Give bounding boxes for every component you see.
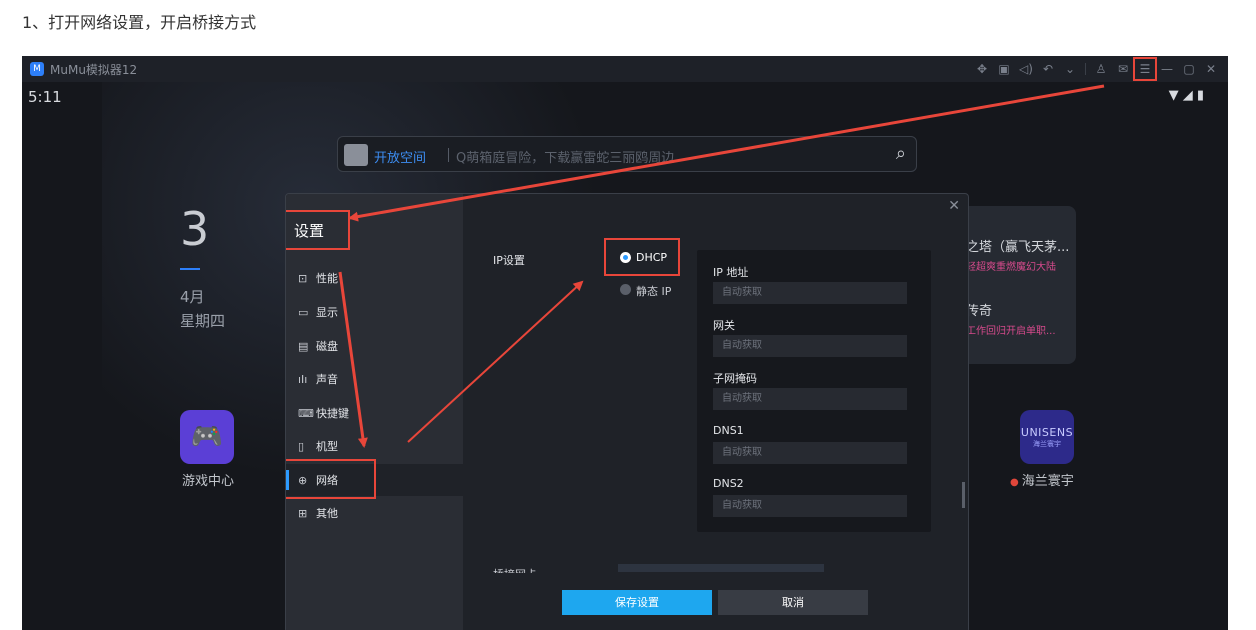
search-hint: Q萌箱庭冒险，下载赢雷蛇三丽鸥周边	[456, 151, 675, 166]
card-title-1: 之塔（赢飞天茅...	[966, 240, 1070, 255]
sidebar-item-label: 显示	[316, 306, 338, 319]
bridge-adapter-label: 桥接网卡	[493, 566, 537, 573]
performance-icon: ⊡	[298, 271, 308, 285]
date-day: 3	[180, 202, 210, 256]
dns2-label: DNS2	[713, 477, 744, 490]
settings-title: 设置	[294, 222, 325, 240]
sidebar-item-label: 机型	[316, 440, 338, 453]
date-weekday: 星期四	[180, 312, 226, 330]
date-accent-line	[180, 268, 200, 270]
open-space-link[interactable]: 开放空间	[374, 147, 426, 166]
subnet-mask-field[interactable]: 自动获取	[713, 388, 907, 410]
status-icons: ▼ ◢ ▮	[1169, 88, 1204, 103]
sidebar-item-disk[interactable]: ▤ 磁盘	[286, 330, 463, 362]
sidebar-item-sound[interactable]: ıIı 声音	[286, 363, 463, 395]
phone-icon: ▯	[298, 439, 305, 453]
sidebar-item-model[interactable]: ▯ 机型	[286, 430, 463, 462]
app-title: MuMu模拟器12	[50, 63, 138, 77]
cancel-button[interactable]: 取消	[718, 590, 868, 615]
minimize-icon[interactable]: —	[1158, 60, 1176, 78]
sidebar-item-label: 快捷键	[316, 407, 349, 420]
back-icon[interactable]: ↶	[1039, 60, 1057, 78]
dhcp-label[interactable]: DHCP	[636, 251, 667, 264]
card-subtitle-1: 轻超爽重燃魔幻大陆	[966, 262, 1056, 273]
unisens-logo-subtext: 海兰寰宇	[1033, 440, 1061, 448]
emulator-window: M MuMu模拟器12 ✥ ▣ ◁) ↶ ⌄ ♙ ✉ ☰ — ▢ ✕ 5:11 …	[22, 56, 1228, 630]
network-highlight-box	[286, 459, 376, 499]
new-dot-icon: ●	[1010, 477, 1019, 488]
unisens-label: ● 海兰寰宇	[1010, 470, 1074, 489]
search-bar[interactable]: 开放空间 Q萌箱庭冒险，下载赢雷蛇三丽鸥周边 ⌕	[337, 136, 917, 172]
search-icon[interactable]: ⌕	[896, 143, 906, 164]
sidebar-item-other[interactable]: ⊞ 其他	[286, 497, 463, 529]
card-subtitle-2: 工作回归开启单职...	[966, 326, 1056, 337]
mumu-logo-icon: M	[30, 62, 44, 76]
game-center-icon[interactable]: 🎮	[180, 410, 234, 464]
dialog-close-icon[interactable]: ✕	[948, 198, 960, 214]
static-ip-label[interactable]: 静态 IP	[636, 283, 671, 299]
disk-icon: ▤	[298, 339, 309, 353]
recommend-card[interactable]: 之塔（赢飞天茅... 轻超爽重燃魔幻大陆 传奇 工作回归开启单职...	[958, 206, 1076, 364]
sidebar-item-label: 磁盘	[316, 340, 338, 353]
ip-setting-label: IP设置	[493, 254, 525, 267]
ip-address-label: IP 地址	[713, 266, 749, 279]
signal-icon: ◢	[1182, 88, 1193, 103]
unisens-label-text: 海兰寰宇	[1021, 474, 1074, 489]
window-titlebar: M MuMu模拟器12 ✥ ▣ ◁) ↶ ⌄ ♙ ✉ ☰ — ▢ ✕	[22, 56, 1228, 82]
dns1-label: DNS1	[713, 424, 744, 437]
dialog-footer	[463, 578, 968, 630]
search-avatar-icon	[344, 144, 368, 166]
page: 1、打开网络设置，开启桥接方式 M MuMu模拟器12 ✥ ▣ ◁) ↶ ⌄ ♙…	[0, 0, 1256, 630]
step-title: 1、打开网络设置，开启桥接方式	[22, 13, 257, 32]
sidebar-item-performance[interactable]: ⊡ 性能	[286, 262, 463, 294]
gateway-field[interactable]: 自动获取	[713, 335, 907, 357]
ip-address-field[interactable]: 自动获取	[713, 282, 907, 304]
save-button[interactable]: 保存设置	[562, 590, 712, 615]
volume-icon[interactable]: ◁)	[1017, 60, 1035, 78]
settings-sidebar: 设置 ⊡ 性能 ▭ 显示 ▤ 磁盘 ıIı 声音 ⌨ 快捷键 ▯ 机型 ⊕ 网络 ⊞ 其他	[286, 194, 463, 630]
user-icon[interactable]: ♙	[1092, 60, 1110, 78]
titlebar-icons: ✥ ▣ ◁) ↶ ⌄ ♙ ✉ ☰ — ▢ ✕	[973, 57, 1220, 81]
titlebar-divider	[1085, 63, 1086, 75]
ip-fields-panel: IP 地址 自动获取 网关 自动获取 子网掩码 自动获取 DNS1 自动获取 D…	[697, 250, 931, 532]
sidebar-item-label: 声音	[316, 373, 338, 386]
scrollbar[interactable]	[962, 482, 965, 508]
status-clock: 5:11	[28, 88, 62, 106]
sidebar-item-network[interactable]: ⊕ 网络	[286, 459, 463, 499]
menu-icon[interactable]: ☰	[1133, 57, 1157, 81]
record-icon[interactable]: ▣	[995, 60, 1013, 78]
grid-icon: ⊞	[298, 506, 308, 520]
bridge-adapter-select[interactable]	[618, 564, 824, 572]
search-divider	[448, 148, 449, 162]
card-title-2: 传奇	[966, 304, 993, 319]
dhcp-radio[interactable]	[620, 252, 631, 263]
maximize-icon[interactable]: ▢	[1180, 60, 1198, 78]
display-icon: ▭	[298, 305, 309, 319]
battery-icon: ▮	[1196, 88, 1204, 103]
dns2-field[interactable]: 自动获取	[713, 495, 907, 517]
gamepad-icon[interactable]: ✥	[973, 60, 991, 78]
game-center-label: 游戏中心	[182, 474, 235, 489]
settings-dialog: 设置 ⊡ 性能 ▭ 显示 ▤ 磁盘 ıIı 声音 ⌨ 快捷键 ▯ 机型 ⊕ 网络 ⊞ 其他 ✕ …	[285, 193, 969, 630]
dns1-field[interactable]: 自动获取	[713, 442, 907, 464]
sound-icon: ıIı	[298, 372, 308, 386]
keyboard-icon: ⌨	[298, 406, 314, 420]
subnet-mask-label: 子网掩码	[713, 372, 757, 385]
gateway-label: 网关	[713, 319, 735, 332]
close-icon[interactable]: ✕	[1202, 60, 1220, 78]
sidebar-item-display[interactable]: ▭ 显示	[286, 296, 463, 328]
sidebar-item-label: 其他	[316, 507, 338, 520]
sidebar-item-label: 性能	[316, 272, 338, 285]
static-ip-radio[interactable]	[620, 284, 631, 295]
wifi-icon: ▼	[1168, 88, 1179, 103]
sidebar-item-shortcut[interactable]: ⌨ 快捷键	[286, 397, 463, 429]
unisens-logo-text: UNISENS	[1020, 426, 1074, 439]
date-month: 4月	[180, 288, 205, 306]
unisens-app-icon[interactable]: UNISENS 海兰寰宇	[1020, 410, 1074, 464]
chevron-down-icon[interactable]: ⌄	[1061, 60, 1079, 78]
mail-icon[interactable]: ✉	[1114, 60, 1132, 78]
